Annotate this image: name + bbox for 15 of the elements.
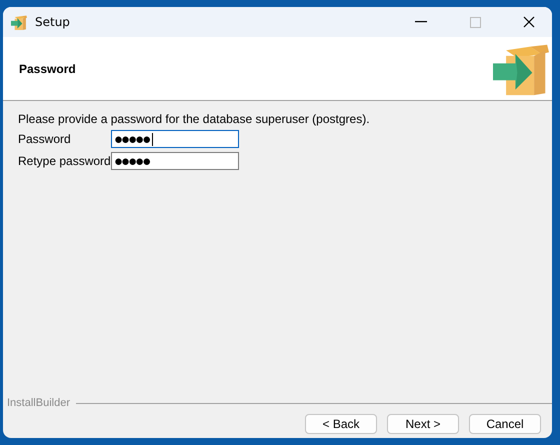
field-label: Retype password <box>18 154 111 168</box>
window-title: Setup <box>35 15 71 29</box>
wizard-button[interactable]: Next > <box>387 414 459 434</box>
brand-label: InstallBuilder <box>7 397 70 409</box>
close-icon <box>523 16 535 28</box>
app-icon <box>11 14 27 30</box>
password-field[interactable]: ●●●●● <box>111 130 239 148</box>
field-label: Password <box>18 132 72 146</box>
page-title: Password <box>19 62 76 76</box>
minimize-icon <box>415 21 427 23</box>
wizard-button[interactable]: Cancel <box>469 414 541 434</box>
maximize-icon <box>470 16 480 28</box>
password-field[interactable]: ●●●●● <box>111 152 239 170</box>
wizard-button[interactable]: < Back <box>305 414 377 434</box>
instruction-text: Please provide a password for the database superuser (postgres). <box>18 112 371 126</box>
